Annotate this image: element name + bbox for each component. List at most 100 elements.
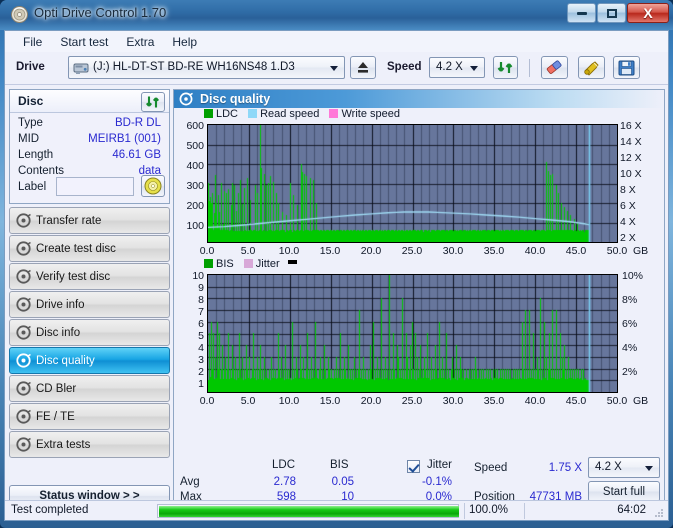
drive-select-value: (J:) HL-DT-ST BD-RE WH16NS48 1.D3 [93,61,295,73]
ldc-xtick-30: 30.0 [438,245,468,257]
maximize-icon [598,4,625,22]
save-button[interactable] [613,56,640,79]
bis-xtick-15: 15.0 [315,395,345,407]
bis-chart: BIS Jitter 10 9 8 7 6 5 4 3 2 1 10% 8% 6… [174,258,666,400]
disc-row-length: Length 46.61 GB [10,149,169,165]
disc-label-key: Label [18,181,46,193]
sidebar-item-label: Disc info [36,327,80,339]
bis-y2tick-4pct: 4% [622,342,637,354]
bis-xtick-20: 20.0 [356,395,386,407]
disc-row-mid-value: MEIRB1 (001) [88,133,161,145]
erase-button[interactable] [541,56,568,79]
sidebar-item-extra-tests[interactable]: Extra tests [9,431,170,458]
bis-ytick-4: 4 [174,342,204,354]
sidebar-item-cd-bler[interactable]: CD Bler [9,375,170,402]
disc-row-contents-key: Contents [18,165,64,177]
disc-test-icon [10,437,36,452]
bis-xtick-45: 45.0 [561,395,591,407]
chevron-down-icon [330,66,338,71]
legend-label-read-speed: Read speed [260,108,319,120]
sidebar-item-label: Create test disc [36,243,116,255]
sidebar-item-drive-info[interactable]: Drive info [9,291,170,318]
ldc-y2tick-4x: 4 X [620,216,636,228]
left-panel: Disc Type BD-R DL MID MEIRB1 (001) [9,89,170,514]
sidebar-item-transfer-rate[interactable]: Transfer rate [9,207,170,234]
bis-y2tick-6pct: 6% [622,318,637,330]
disc-quality-panel: Disc quality LDC Read speed Write speed … [173,89,665,514]
sidebar-item-fe-te[interactable]: FE / TE [9,403,170,430]
legend-swatch-bis [204,259,213,268]
toolbar-separator [529,59,530,77]
application-window: Opti Drive Control 1.70 X File Start tes… [0,0,673,528]
speed-label: Speed [387,61,422,73]
test-speed-select[interactable]: 4.2 X [588,457,660,478]
bis-ytick-9: 9 [174,282,204,294]
menu-file[interactable]: File [14,33,51,51]
bis-xtick-50: 50.0 [602,395,632,407]
status-separator [524,503,525,519]
bis-ytick-10: 10 [174,270,204,282]
bis-plot-area [207,274,618,393]
disc-refresh-button[interactable] [141,92,165,112]
disc-info-title: Disc [18,94,43,108]
ldc-xunit: GB [633,245,657,257]
sidebar-item-disc-info[interactable]: Disc info [9,319,170,346]
stats-avg-jitter: -0.1% [404,476,452,488]
ldc-xtick-15: 15.0 [315,245,345,257]
bis-xtick-30: 30.0 [438,395,468,407]
eject-icon [351,57,375,78]
legend-swatch-ldc [204,109,213,118]
ldc-ytick-600: 600 [174,120,204,132]
drive-toolbar: Drive (J:) HL-DT-ST BD-RE WH16NS48 1.D3 [5,52,668,85]
sidebar-item-label: Extra tests [36,439,90,451]
title-bar: Opti Drive Control 1.70 X [0,0,673,30]
menu-extra[interactable]: Extra [117,33,163,51]
drive-select[interactable]: (J:) HL-DT-ST BD-RE WH16NS48 1.D3 [68,56,345,79]
maximize-button[interactable] [597,3,626,23]
disc-info-header: Disc [10,90,169,113]
minimize-button[interactable] [567,3,596,23]
panel-title: Disc quality [200,92,270,106]
legend-label-ldc: LDC [216,108,238,120]
bis-xtick-0: 0.0 [192,395,222,407]
disc-test-icon [10,269,36,284]
sidebar-item-disc-quality[interactable]: Disc quality [9,347,170,374]
disc-row-type: Type BD-R DL [10,117,169,133]
tools-button[interactable] [578,56,605,79]
disc-row-mid: MID MEIRB1 (001) [10,133,169,149]
save-icon [614,57,639,78]
bis-y2tick-8pct: 8% [622,294,637,306]
start-full-button[interactable]: Start full [588,481,660,502]
disc-test-icon [10,325,36,340]
bis-xtick-35: 35.0 [479,395,509,407]
eject-button[interactable] [350,56,376,79]
disc-label-button[interactable] [141,175,165,197]
bis-ytick-2: 2 [174,366,204,378]
refresh-icon [494,57,517,78]
disc-row-length-key: Length [18,149,53,161]
disc-quality-icon [179,92,193,106]
speed-select[interactable]: 4.2 X [429,57,485,78]
close-button[interactable]: X [627,3,669,23]
window-title: Opti Drive Control 1.70 [34,5,166,20]
refresh-button[interactable] [493,56,518,79]
ldc-chart: LDC Read speed Write speed 600 500 400 3… [174,108,666,250]
stats-avg-bis: 0.05 [312,476,354,488]
sidebar-item-label: Drive info [36,299,85,311]
elapsed-time: 64:02 [617,504,646,516]
menu-start-test[interactable]: Start test [51,33,117,51]
jitter-checkbox[interactable] [407,460,420,473]
sidebar-item-label: FE / TE [36,411,75,423]
ldc-xtick-10: 10.0 [274,245,304,257]
disc-row-length-value: 46.61 GB [112,149,161,161]
status-separator [464,503,465,519]
menu-help[interactable]: Help [163,33,206,51]
bis-xtick-40: 40.0 [520,395,550,407]
disc-test-icon [10,297,36,312]
bis-ytick-6: 6 [174,318,204,330]
sidebar-item-verify-test-disc[interactable]: Verify test disc [9,263,170,290]
resize-grip[interactable] [652,505,664,517]
disc-label-input[interactable] [56,177,134,196]
sidebar-item-create-test-disc[interactable]: Create test disc [9,235,170,262]
ldc-xtick-5: 5.0 [233,245,263,257]
